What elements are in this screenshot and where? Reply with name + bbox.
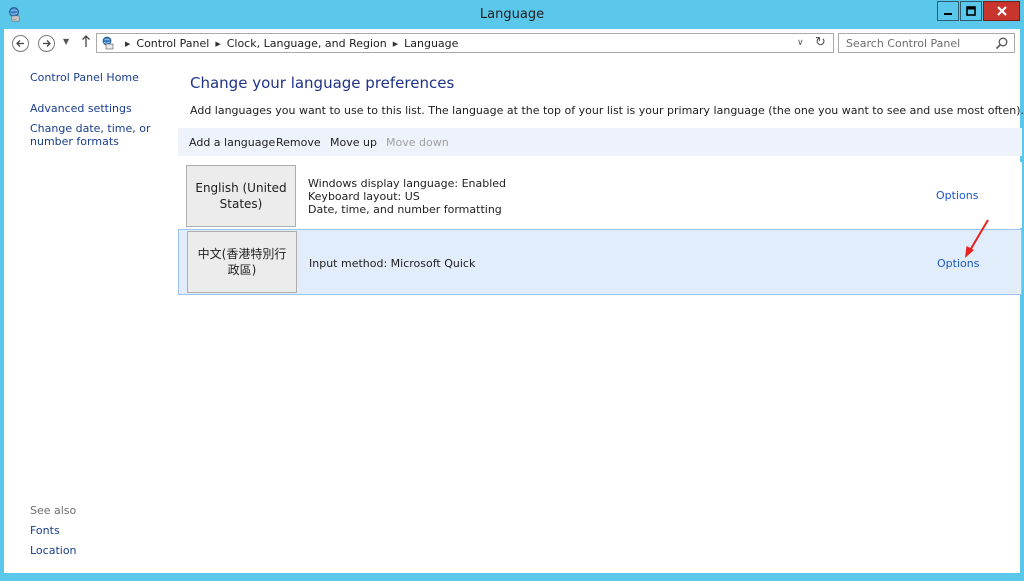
breadcrumb: ▶ Control Panel ▶ Clock, Language, and R… <box>119 37 458 50</box>
address-bar[interactable]: ▶ Control Panel ▶ Clock, Language, and R… <box>96 33 834 53</box>
search-box[interactable] <box>838 33 1015 53</box>
maximize-button[interactable] <box>960 1 982 21</box>
page-description: Add languages you want to use to this li… <box>190 104 1024 117</box>
control-panel-home-link[interactable]: Control Panel Home <box>30 71 139 84</box>
fonts-link[interactable]: Fonts <box>30 524 60 537</box>
red-arrow-annotation-icon <box>965 219 989 258</box>
language-details: Input method: Microsoft Quick <box>309 257 475 270</box>
recent-locations-chevron-icon[interactable]: ▼ <box>63 37 69 46</box>
breadcrumb-clock-language-region[interactable]: Clock, Language, and Region <box>227 37 387 50</box>
forward-button[interactable] <box>38 35 55 52</box>
window-title: Language <box>479 7 545 22</box>
language-window: Language ▼ ▶ Control Panel ▶ Clock, Lang… <box>0 0 1024 581</box>
window-bottom-border <box>4 573 1020 581</box>
search-input[interactable] <box>839 34 994 52</box>
page-title: Change your language preferences <box>190 74 455 92</box>
options-link[interactable]: Options <box>936 189 978 202</box>
navigation-bar: ▼ ▶ Control Panel ▶ Clock, Language, and… <box>4 29 1020 58</box>
back-button[interactable] <box>12 35 29 52</box>
back-arrow-icon <box>16 40 24 47</box>
add-language-button[interactable]: Add a language <box>189 136 275 149</box>
language-list-item[interactable]: English (United States) Windows display … <box>178 162 1022 228</box>
language-detail-line: Windows display language: Enabled <box>308 177 507 190</box>
language-list-item-selected[interactable]: 中文(香港特別行政區) Input method: Microsoft Quic… <box>178 229 1022 295</box>
language-name-button[interactable]: 中文(香港特別行政區) <box>187 231 297 293</box>
language-detail-line: Date, time, and number formatting <box>308 203 502 216</box>
breadcrumb-control-panel[interactable]: Control Panel <box>136 37 209 50</box>
close-icon <box>996 6 1007 16</box>
address-history-chevron-icon[interactable]: ∨ <box>797 38 804 48</box>
change-date-time-link[interactable]: Change date, time, or number formats <box>30 122 170 148</box>
advanced-settings-link[interactable]: Advanced settings <box>30 102 132 115</box>
refresh-icon[interactable]: ↻ <box>815 35 826 50</box>
breadcrumb-language[interactable]: Language <box>404 37 458 50</box>
remove-button[interactable]: Remove <box>276 136 321 149</box>
move-up-button[interactable]: Move up <box>330 136 377 149</box>
see-also-label: See also <box>30 504 77 517</box>
location-link[interactable]: Location <box>30 544 77 557</box>
content-area: Control Panel Home Advanced settings Cha… <box>4 58 1024 573</box>
breadcrumb-separator-icon[interactable]: ▶ <box>215 40 220 48</box>
move-down-button: Move down <box>386 136 449 149</box>
title-bar[interactable]: Language <box>0 0 1024 29</box>
breadcrumb-separator-icon[interactable]: ▶ <box>393 40 398 48</box>
maximize-icon <box>966 6 976 16</box>
language-details: Windows display language: Enabled Keyboa… <box>308 177 506 216</box>
language-detail-line: Input method: Microsoft Quick <box>309 257 476 270</box>
minimize-icon <box>944 13 952 15</box>
up-button[interactable] <box>81 34 91 52</box>
language-toolbar: Add a language Remove Move up Move down <box>178 128 1022 156</box>
control-panel-icon <box>102 36 114 50</box>
close-button[interactable] <box>983 1 1020 21</box>
breadcrumb-separator-icon[interactable]: ▶ <box>125 40 130 48</box>
forward-arrow-icon <box>43 40 51 47</box>
left-pane: Control Panel Home Advanced settings Cha… <box>4 58 176 573</box>
language-name-button[interactable]: English (United States) <box>186 165 296 227</box>
search-icon[interactable] <box>995 36 1009 50</box>
language-detail-line: Keyboard layout: US <box>308 190 420 203</box>
up-arrow-icon <box>82 35 90 47</box>
minimize-button[interactable] <box>937 1 959 21</box>
